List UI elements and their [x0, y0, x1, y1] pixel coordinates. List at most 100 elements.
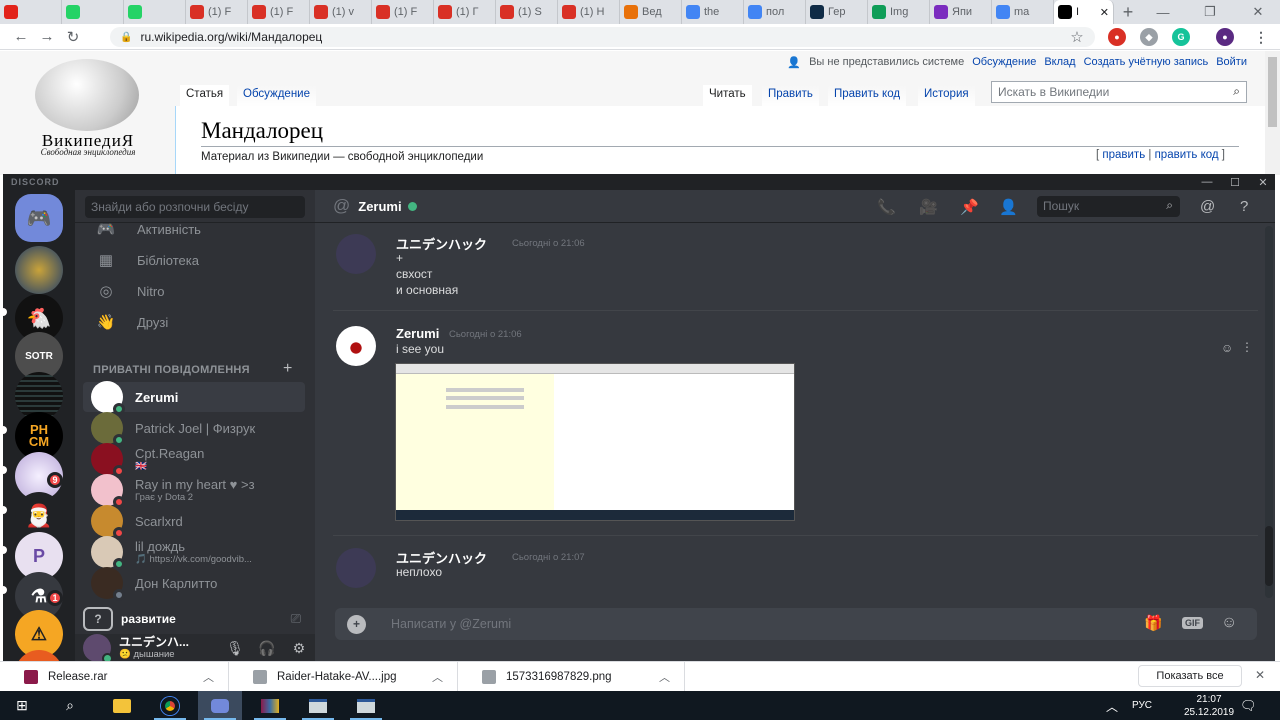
- pin-icon[interactable]: 📌: [960, 198, 979, 216]
- app-window-taskbar-icon[interactable]: [344, 691, 388, 720]
- message-composer[interactable]: + Написати у @Zerumi 🎁 GIF ☺: [335, 608, 1257, 640]
- login-link[interactable]: Войти: [1216, 56, 1247, 69]
- add-reaction-icon[interactable]: ☺: [1221, 341, 1233, 355]
- dm-item[interactable]: Ray in my heart ♥ >з Грає у Dota 2: [83, 474, 305, 508]
- dm-item[interactable]: Cpt.Reagan 🇬🇧: [83, 443, 305, 477]
- dm-item[interactable]: Patrick Joel | Физрук: [83, 412, 305, 446]
- dm-item[interactable]: Дон Карлитто: [83, 567, 305, 601]
- avatar[interactable]: [336, 326, 376, 366]
- browser-tab[interactable]: I ✕: [1054, 0, 1114, 24]
- shield-extension-icon[interactable]: ◆: [1140, 28, 1158, 46]
- chat-scrollbar[interactable]: [1265, 226, 1273, 598]
- app-window-taskbar-icon[interactable]: [296, 691, 340, 720]
- gift-icon[interactable]: 🎁: [1144, 614, 1163, 632]
- show-all-downloads-button[interactable]: Показать все: [1138, 665, 1242, 687]
- chat-search-input[interactable]: Пошук ⌕: [1037, 196, 1180, 217]
- browser-tab[interactable]: the: [682, 0, 744, 24]
- create-account-link[interactable]: Создать учётную запись: [1084, 56, 1209, 69]
- minimize-window-button[interactable]: —: [1141, 0, 1185, 24]
- message-author[interactable]: Zerumi: [396, 326, 439, 341]
- nav-activity[interactable]: 🎮 Активність: [83, 214, 305, 244]
- browser-tab[interactable]: ma: [992, 0, 1054, 24]
- scrollbar-thumb[interactable]: [1265, 526, 1273, 586]
- upload-plus-icon[interactable]: +: [347, 615, 366, 634]
- search-icon[interactable]: ⌕: [48, 691, 92, 720]
- forward-arrow-icon[interactable]: →: [34, 24, 60, 50]
- browser-tab[interactable]: пол: [744, 0, 806, 24]
- contributions-link[interactable]: Вклад: [1044, 56, 1075, 69]
- video-call-icon[interactable]: 🎥: [919, 198, 938, 216]
- discord-close-button[interactable]: ✕: [1249, 174, 1275, 190]
- address-bar[interactable]: 🔒 ru.wikipedia.org/wiki/Мандалорец: [110, 27, 1095, 47]
- download-item[interactable]: Release.rar ︿: [0, 661, 229, 692]
- tab-article[interactable]: Статья: [180, 85, 230, 107]
- file-explorer-icon[interactable]: [100, 691, 144, 720]
- download-item[interactable]: 1573316987829.png ︿: [458, 661, 685, 692]
- search-icon[interactable]: ⌕: [1233, 84, 1240, 99]
- dm-item[interactable]: Zerumi: [83, 381, 305, 415]
- discord-taskbar-icon[interactable]: [198, 691, 242, 720]
- add-friend-icon[interactable]: 👤: [999, 198, 1018, 216]
- chevron-up-icon[interactable]: ︿: [203, 669, 214, 685]
- browser-tab[interactable]: (1) Г: [434, 0, 496, 24]
- tab-history[interactable]: История: [918, 85, 975, 107]
- profile-avatar[interactable]: ●: [1216, 28, 1234, 46]
- browser-tab[interactable]: [0, 0, 62, 24]
- image-attachment[interactable]: [395, 363, 795, 521]
- notification-center-icon[interactable]: 🗨: [1240, 698, 1257, 714]
- browser-tab[interactable]: Япи: [930, 0, 992, 24]
- nav-friends[interactable]: 👋 Друзі: [83, 307, 305, 337]
- winrar-taskbar-icon[interactable]: [248, 691, 292, 720]
- dm-item[interactable]: lil дождь 🎵 https://vk.com/goodvib...: [83, 536, 305, 570]
- clock-date[interactable]: 25.12.2019: [1180, 707, 1238, 718]
- talk-link[interactable]: Обсуждение: [972, 56, 1036, 69]
- grammarly-extension-icon[interactable]: G: [1172, 28, 1190, 46]
- tab-talk[interactable]: Обсуждение: [237, 85, 317, 107]
- browser-tab[interactable]: (1) F: [186, 0, 248, 24]
- avatar[interactable]: [336, 234, 376, 274]
- chrome-menu-icon[interactable]: ⋮: [1252, 28, 1270, 46]
- scrollbar-thumb[interactable]: [1268, 57, 1277, 127]
- browser-tab[interactable]: Гер: [806, 0, 868, 24]
- chevron-up-icon[interactable]: ︿: [659, 669, 670, 685]
- browser-tab[interactable]: (1) H: [558, 0, 620, 24]
- tray-chevron-up-icon[interactable]: ︿: [1106, 698, 1118, 715]
- headphones-icon[interactable]: 🎧: [251, 640, 283, 657]
- discord-maximize-button[interactable]: ☐: [1221, 174, 1249, 190]
- language-indicator[interactable]: РУС: [1132, 700, 1152, 711]
- edit-link[interactable]: править: [1102, 149, 1145, 161]
- voice-channel-row[interactable]: ? развитие ⎚: [75, 604, 315, 634]
- tab-edit[interactable]: Править: [762, 85, 819, 107]
- browser-tab[interactable]: Вед: [620, 0, 682, 24]
- nav-nitro[interactable]: ◎ Nitro: [83, 276, 305, 306]
- chrome-taskbar-icon[interactable]: [148, 691, 192, 720]
- create-dm-button[interactable]: +: [283, 360, 292, 378]
- avatar[interactable]: [83, 634, 113, 662]
- settings-gear-icon[interactable]: ⚙: [283, 640, 315, 657]
- back-arrow-icon[interactable]: ←: [8, 24, 34, 50]
- help-icon[interactable]: ?: [1240, 198, 1248, 215]
- clock-time[interactable]: 21:07: [1180, 694, 1238, 705]
- more-options-icon[interactable]: ⋮: [1241, 340, 1253, 354]
- mentions-icon[interactable]: @: [1200, 198, 1215, 215]
- close-window-button[interactable]: ✕: [1236, 0, 1280, 24]
- chevron-up-icon[interactable]: ︿: [432, 669, 443, 685]
- message-author[interactable]: ユニデンハック: [396, 234, 487, 253]
- edit-source-link[interactable]: править код: [1155, 149, 1219, 161]
- new-tab-button[interactable]: +: [1114, 0, 1142, 24]
- tab-edit-source[interactable]: Править код: [828, 85, 907, 107]
- browser-tab[interactable]: [62, 0, 124, 24]
- browser-tab[interactable]: (1) F: [372, 0, 434, 24]
- browser-tab[interactable]: [124, 0, 186, 24]
- download-item[interactable]: Raider-Hatake-AV....jpg ︿: [229, 661, 458, 692]
- browser-tab[interactable]: (1) v: [310, 0, 372, 24]
- gif-button[interactable]: GIF: [1182, 617, 1203, 629]
- dm-item[interactable]: Scarlxrd: [83, 505, 305, 539]
- page-scrollbar[interactable]: [1265, 51, 1280, 175]
- windows-start-icon[interactable]: ⊞: [0, 691, 44, 720]
- emoji-icon[interactable]: ☺: [1221, 614, 1237, 632]
- nav-library[interactable]: ▦ Бібліотека: [83, 245, 305, 275]
- adblock-extension-icon[interactable]: ●: [1108, 28, 1126, 46]
- reload-icon[interactable]: ↻: [60, 24, 86, 50]
- restore-window-button[interactable]: ❐: [1188, 0, 1232, 24]
